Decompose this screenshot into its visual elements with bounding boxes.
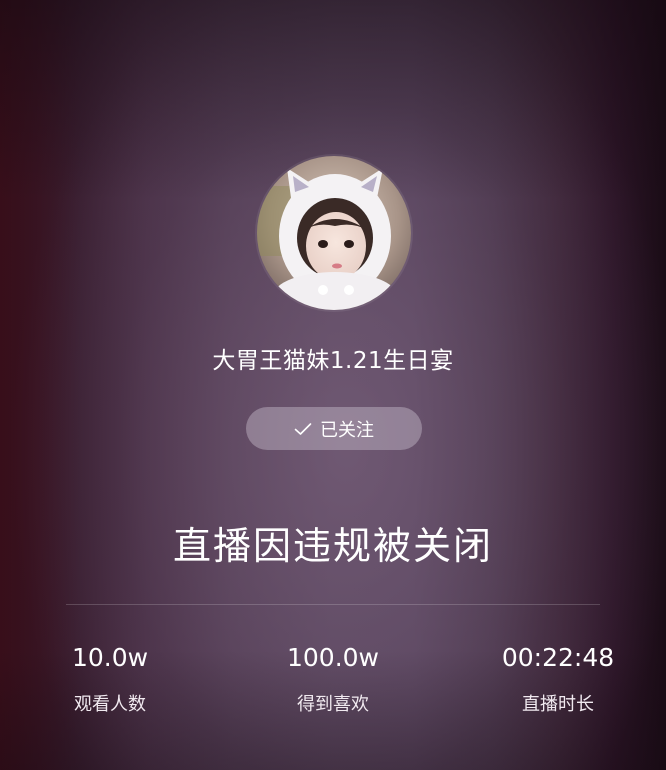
stat-duration-label: 直播时长	[522, 694, 594, 715]
stat-duration-value: 00:22:48	[501, 643, 615, 672]
divider	[66, 604, 600, 605]
stat-viewers: 10.0w 观看人数	[10, 638, 210, 718]
stat-viewers-value: 10.0w	[71, 643, 149, 672]
follow-button-label: 已关注	[320, 419, 374, 441]
check-icon	[294, 422, 312, 435]
stream-closed-title: 直播因违规被关闭	[172, 524, 493, 568]
stat-likes-label: 得到喜欢	[297, 694, 369, 715]
stat-likes: 100.0w 得到喜欢	[233, 638, 433, 718]
stat-duration: 00:22:48 直播时长	[458, 638, 658, 718]
avatar[interactable]	[257, 156, 411, 310]
avatar-image	[257, 156, 411, 310]
follow-button[interactable]: 已关注	[246, 407, 422, 450]
stat-likes-value: 100.0w	[286, 643, 380, 672]
stat-viewers-label: 观看人数	[74, 694, 146, 715]
stream-stats: 10.0w 观看人数 100.0w 得到喜欢 00:22:48 直播时长	[0, 638, 666, 728]
streamer-name: 大胃王猫妹1.21生日宴	[212, 348, 454, 374]
